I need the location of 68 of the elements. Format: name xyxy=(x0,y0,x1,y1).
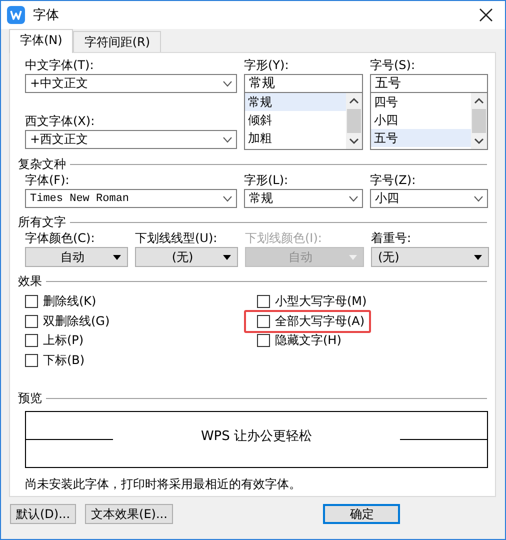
checkbox-option[interactable]: 全部大写字母(A) xyxy=(257,312,365,331)
section-heading: 效果 xyxy=(18,272,42,290)
notice-text: 尚未安装此字体，打印时将采用最相近的有效字体。 xyxy=(25,476,302,493)
chevron-down-icon xyxy=(223,136,232,142)
dialog-button[interactable]: 默认(D)... xyxy=(10,504,76,524)
scrollbar[interactable] xyxy=(346,93,362,149)
field-label: 下划线颜色(I): xyxy=(245,230,323,247)
field-label: 字形(L): xyxy=(244,172,290,189)
field-label: 中文字体(T): xyxy=(25,57,95,74)
tab[interactable]: 字体(N) xyxy=(9,29,74,53)
checkbox[interactable] xyxy=(25,314,38,328)
checkbox[interactable] xyxy=(25,354,38,367)
list-item[interactable]: 四号 xyxy=(371,93,471,111)
list-item[interactable]: 五号 xyxy=(371,129,471,147)
field-label: 西文字体(X): xyxy=(25,113,96,130)
close-icon[interactable] xyxy=(479,8,493,22)
window-title: 字体 xyxy=(33,7,60,24)
field-label: 下划线线型(U): xyxy=(135,230,218,247)
section-heading: 复杂文种 xyxy=(18,156,66,172)
dropdown[interactable]: +中文正文 xyxy=(25,74,237,93)
checkbox[interactable] xyxy=(25,334,38,348)
list-box[interactable]: 常规 倾斜 加粗 xyxy=(244,93,363,150)
triangle-down-icon xyxy=(223,254,231,260)
scrollbar[interactable] xyxy=(471,93,487,149)
chevron-down-icon xyxy=(223,80,232,86)
list-item[interactable]: 倾斜 xyxy=(245,111,346,129)
dropdown[interactable]: 小四 xyxy=(370,189,488,208)
list-item[interactable]: 加粗 xyxy=(245,129,346,147)
field-label: 字形(Y): xyxy=(244,57,290,74)
field-label: 字体(F): xyxy=(25,172,70,189)
field-label: 字号(Z): xyxy=(370,172,417,189)
preview-text: WPS 让办公更轻松 xyxy=(200,428,314,444)
section-heading: 预览 xyxy=(18,390,42,406)
list-box[interactable]: 四号 小四 五号 xyxy=(370,93,488,150)
chevron-down-icon xyxy=(223,196,232,202)
tab[interactable]: 字符间距(R) xyxy=(73,31,162,52)
dropdown[interactable]: +西文正文 xyxy=(25,130,237,149)
checkbox[interactable] xyxy=(25,295,38,308)
triangle-down-icon xyxy=(113,254,121,260)
checkbox-option[interactable]: 小型大写字母(M) xyxy=(257,292,367,312)
dialog-button[interactable]: 确定 xyxy=(323,504,400,524)
field-label: 着重号: xyxy=(371,230,412,247)
dropdown[interactable]: 常规 xyxy=(244,189,363,208)
chevron-down-icon xyxy=(349,196,358,202)
app-icon xyxy=(7,6,25,24)
checkbox[interactable] xyxy=(257,314,270,328)
triangle-down-icon xyxy=(349,254,357,260)
list-item[interactable]: 小四 xyxy=(371,111,471,129)
dropdown-button[interactable]: (无) xyxy=(135,247,238,267)
dialog-button[interactable]: 文本效果(E)... xyxy=(85,504,174,524)
dropdown-button[interactable]: 自动 xyxy=(25,247,128,267)
checkbox-option[interactable]: 上标(P) xyxy=(25,331,84,350)
checkbox-option[interactable]: 隐藏文字(H) xyxy=(257,331,342,350)
text-field[interactable]: 常规 xyxy=(244,74,363,93)
field-label: 字号(S): xyxy=(370,57,416,74)
checkbox[interactable] xyxy=(257,334,270,348)
checkbox[interactable] xyxy=(257,295,270,308)
text-field[interactable]: 五号 xyxy=(370,74,488,93)
section-heading: 所有文字 xyxy=(18,214,66,230)
chevron-down-icon xyxy=(474,196,483,202)
checkbox-option[interactable]: 删除线(K) xyxy=(25,292,96,312)
field-label: 字体颜色(C): xyxy=(25,230,96,247)
dropdown-button[interactable]: (无) xyxy=(371,247,489,267)
checkbox-option[interactable]: 下标(B) xyxy=(25,350,85,370)
triangle-down-icon xyxy=(474,254,482,260)
checkbox-option[interactable]: 双删除线(G) xyxy=(25,312,110,331)
list-item[interactable]: 常规 xyxy=(245,93,346,111)
dropdown[interactable]: Times New Roman xyxy=(25,189,237,208)
